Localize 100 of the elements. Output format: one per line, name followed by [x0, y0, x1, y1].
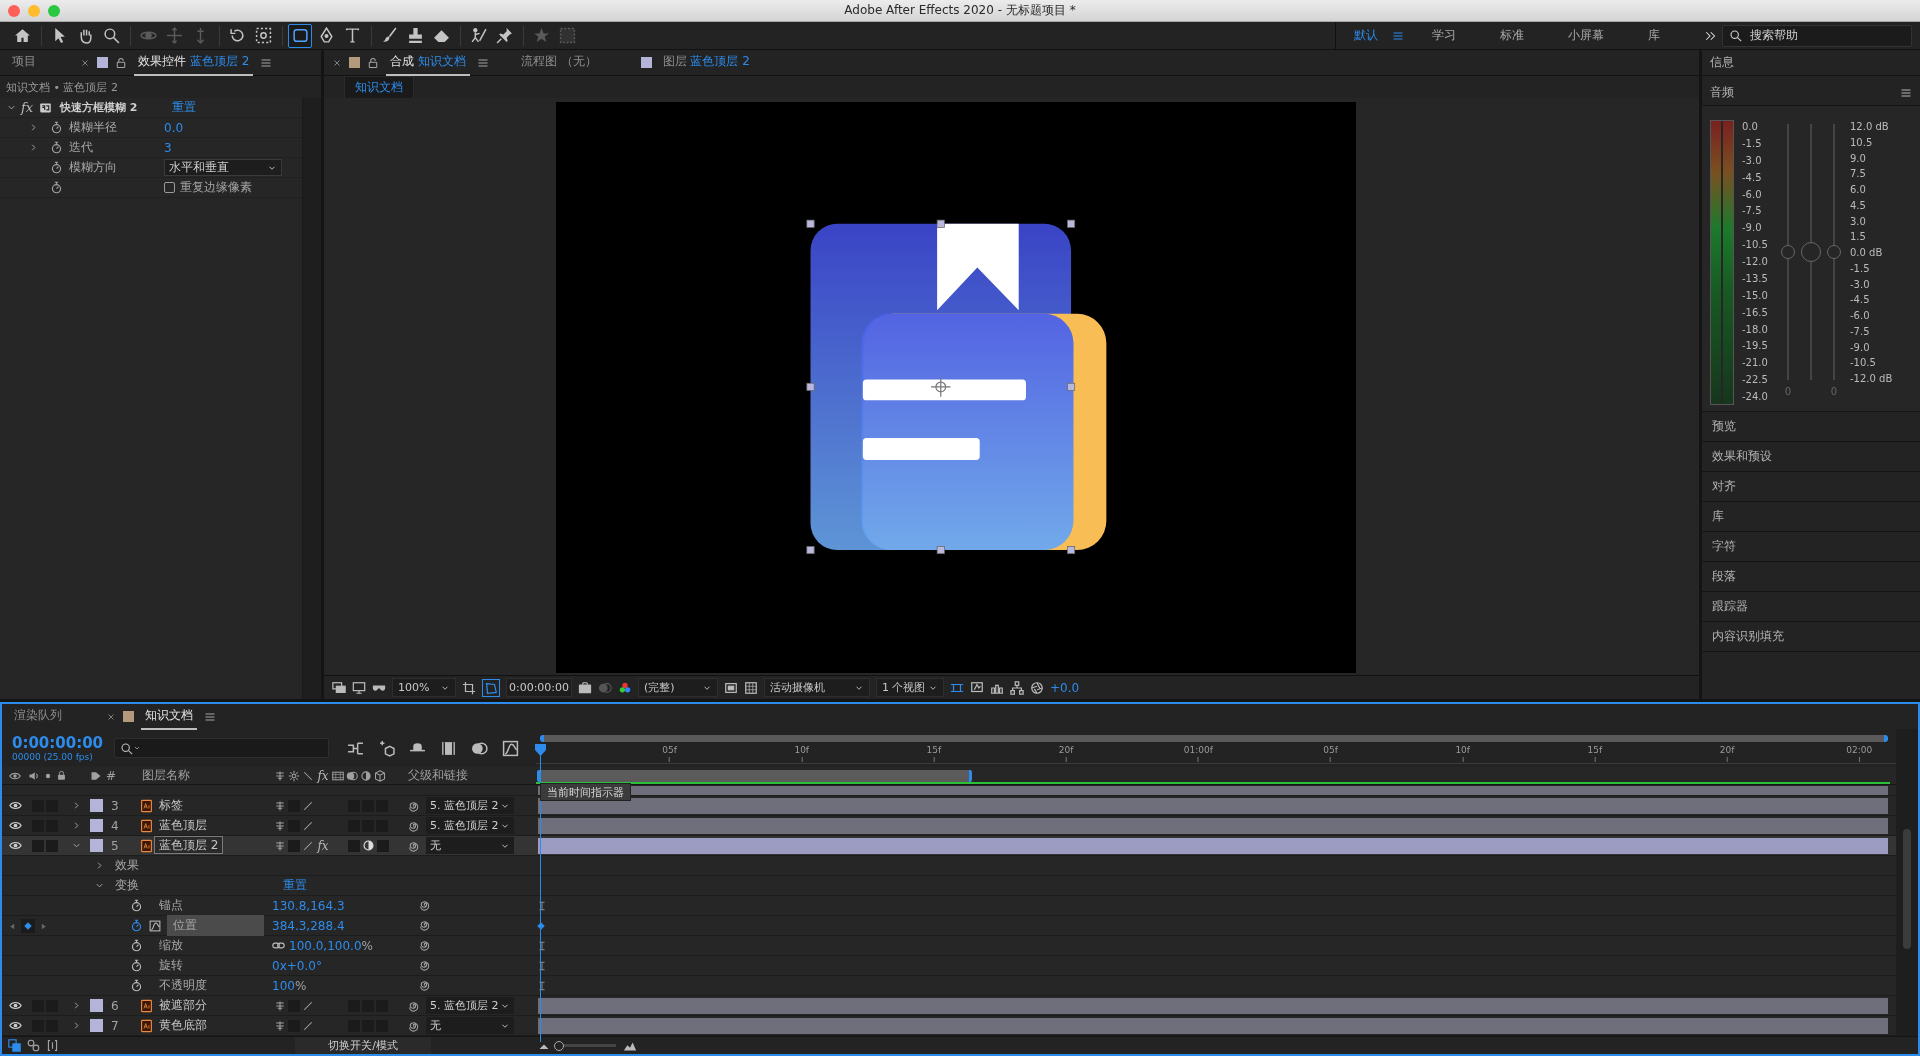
quality-switch-icon[interactable] [302, 839, 314, 852]
panel-tab[interactable]: 知识文档 [141, 704, 197, 730]
rectangle-tool[interactable] [288, 23, 312, 48]
stopwatch-icon[interactable] [50, 181, 63, 194]
fader-thumb[interactable] [1781, 245, 1795, 259]
flowchart-icon[interactable] [1010, 680, 1024, 695]
close-window-button[interactable] [8, 4, 20, 17]
property-group[interactable]: 变换 [115, 877, 283, 894]
zoom-slider[interactable] [556, 1040, 616, 1051]
composition-flowchart-icon[interactable] [347, 739, 364, 757]
parent-dropdown[interactable]: 5. 蓝色顶层 2 [426, 797, 514, 814]
workspace-tab[interactable]: 小屏幕 [1568, 27, 1604, 44]
panel-menu-icon[interactable] [260, 56, 273, 69]
zoom-slider-thumb[interactable] [554, 1040, 564, 1051]
layer-name[interactable]: 黄色底部 [154, 1016, 212, 1034]
visibility-toggle-icon[interactable] [8, 799, 22, 812]
pickwhip-icon[interactable] [419, 959, 431, 971]
comp-switches-icon[interactable] [8, 1039, 21, 1052]
panel-header[interactable]: 音频 [1710, 84, 1734, 101]
quality-switch-icon[interactable] [302, 819, 314, 832]
property-value[interactable]: 384.3,288.4 [272, 918, 345, 933]
visibility-toggle-icon[interactable] [8, 999, 22, 1012]
shy-switch-icon[interactable] [274, 839, 286, 852]
property-value[interactable]: 130.8,164.3 [272, 898, 345, 913]
shy-switch-icon[interactable] [274, 1019, 286, 1032]
pickwhip-icon[interactable] [419, 899, 431, 911]
color-channels-icon[interactable] [618, 680, 632, 695]
current-time[interactable]: 0:00:00:00 [12, 733, 114, 752]
frame-blending-icon[interactable] [440, 739, 457, 757]
always-preview-icon[interactable] [332, 680, 346, 695]
quality-switch-icon[interactable] [302, 799, 314, 812]
column-header[interactable]: 图层名称 [142, 767, 268, 784]
3d-switch[interactable] [377, 839, 389, 852]
pickwhip-icon[interactable] [408, 799, 420, 812]
panel-header[interactable]: 内容识别填充 [1712, 628, 1784, 645]
stopwatch-icon[interactable] [130, 899, 143, 912]
parent-dropdown[interactable]: 无 [426, 837, 514, 854]
property-group[interactable]: 效果 [115, 857, 283, 874]
pickwhip-icon[interactable] [419, 979, 431, 991]
visibility-toggle-icon[interactable] [8, 819, 22, 832]
layer-bar[interactable] [538, 837, 1888, 854]
property-name[interactable]: 锚点 [153, 895, 262, 916]
quality-switch-icon[interactable] [302, 999, 314, 1012]
pickwhip-icon[interactable] [408, 839, 420, 852]
parent-dropdown[interactable]: 5. 蓝色顶层 2 [426, 997, 514, 1014]
motion-blur-icon[interactable] [471, 739, 488, 757]
more-workspaces-icon[interactable] [1704, 29, 1716, 42]
panel-header[interactable]: 库 [1712, 508, 1724, 525]
solo-toggle[interactable] [32, 839, 44, 852]
label-color-swatch[interactable] [89, 1019, 103, 1032]
previous-keyframe-icon[interactable] [8, 921, 17, 931]
monitor-icon[interactable] [352, 680, 366, 695]
stopwatch-icon[interactable] [130, 979, 143, 992]
close-tab-icon[interactable] [332, 57, 342, 68]
panel-tab[interactable]: 效果控件 蓝色顶层 2 [134, 50, 254, 76]
fader-thumb[interactable] [1801, 242, 1821, 262]
adjustment-layer-icon[interactable] [362, 839, 375, 852]
panel-header[interactable]: 对齐 [1712, 478, 1736, 495]
shy-switch-icon[interactable] [274, 819, 286, 832]
pickwhip-icon[interactable] [408, 819, 420, 832]
fast-preview-icon[interactable] [724, 680, 738, 695]
label-color-swatch[interactable] [89, 819, 103, 832]
graph-editor-icon[interactable] [502, 739, 519, 757]
quality-switch-icon[interactable] [302, 1019, 314, 1032]
workspace-tab[interactable]: 学习 [1432, 27, 1456, 44]
exposure-icon[interactable] [1030, 680, 1044, 695]
panel-header[interactable]: 字符 [1712, 538, 1736, 555]
layer-bar[interactable] [538, 817, 1888, 834]
next-keyframe-icon[interactable] [39, 921, 48, 931]
shy-switch-icon[interactable] [274, 799, 286, 812]
time-ruler[interactable]: 05f 10f 15f 20f 01:00f 05f 10f 15f 20f 02:00 [536, 742, 1896, 764]
layer-name[interactable]: 被遮部分 [154, 996, 212, 1014]
view-layout-dropdown[interactable]: 1 个视图 [876, 678, 944, 697]
label-color-swatch[interactable] [89, 839, 103, 852]
layer-bar[interactable] [538, 797, 1888, 814]
panel-tab[interactable]: 项目 [8, 50, 40, 76]
panel-menu-icon[interactable] [1900, 86, 1912, 99]
lock-toggle[interactable] [46, 839, 58, 852]
lock-icon[interactable] [367, 56, 379, 69]
property-value[interactable]: 0x+0.0° [272, 958, 322, 973]
timecode-field[interactable]: 0:00:00:00 [506, 678, 572, 697]
layer-name[interactable]: 标签 [154, 796, 188, 814]
label-color-swatch[interactable] [89, 799, 103, 812]
panel-menu-icon[interactable] [476, 56, 489, 69]
region-icon[interactable] [462, 680, 476, 695]
viewer-tab[interactable]: 知识文档 [344, 75, 414, 99]
zoom-dropdown[interactable]: 100% [392, 678, 456, 697]
stopwatch-icon[interactable] [130, 939, 143, 952]
visibility-toggle-icon[interactable] [8, 1019, 22, 1032]
panel-tab[interactable]: 渲染队列 [10, 704, 66, 730]
close-tab-icon[interactable] [106, 711, 116, 722]
transparency-grid-icon[interactable] [744, 680, 758, 695]
effects-switch[interactable]: fx [316, 838, 330, 853]
search-field[interactable]: 搜索帮助 [1722, 24, 1912, 47]
keyframe-toggle[interactable] [21, 919, 35, 933]
shy-switch-icon[interactable] [274, 999, 286, 1012]
blur-direction-dropdown[interactable]: 水平和垂直 [164, 159, 282, 176]
in-out-icon[interactable] [46, 1039, 59, 1052]
fast-previews-icon[interactable] [970, 680, 984, 695]
column-header[interactable]: 父级和链接 [402, 767, 514, 784]
